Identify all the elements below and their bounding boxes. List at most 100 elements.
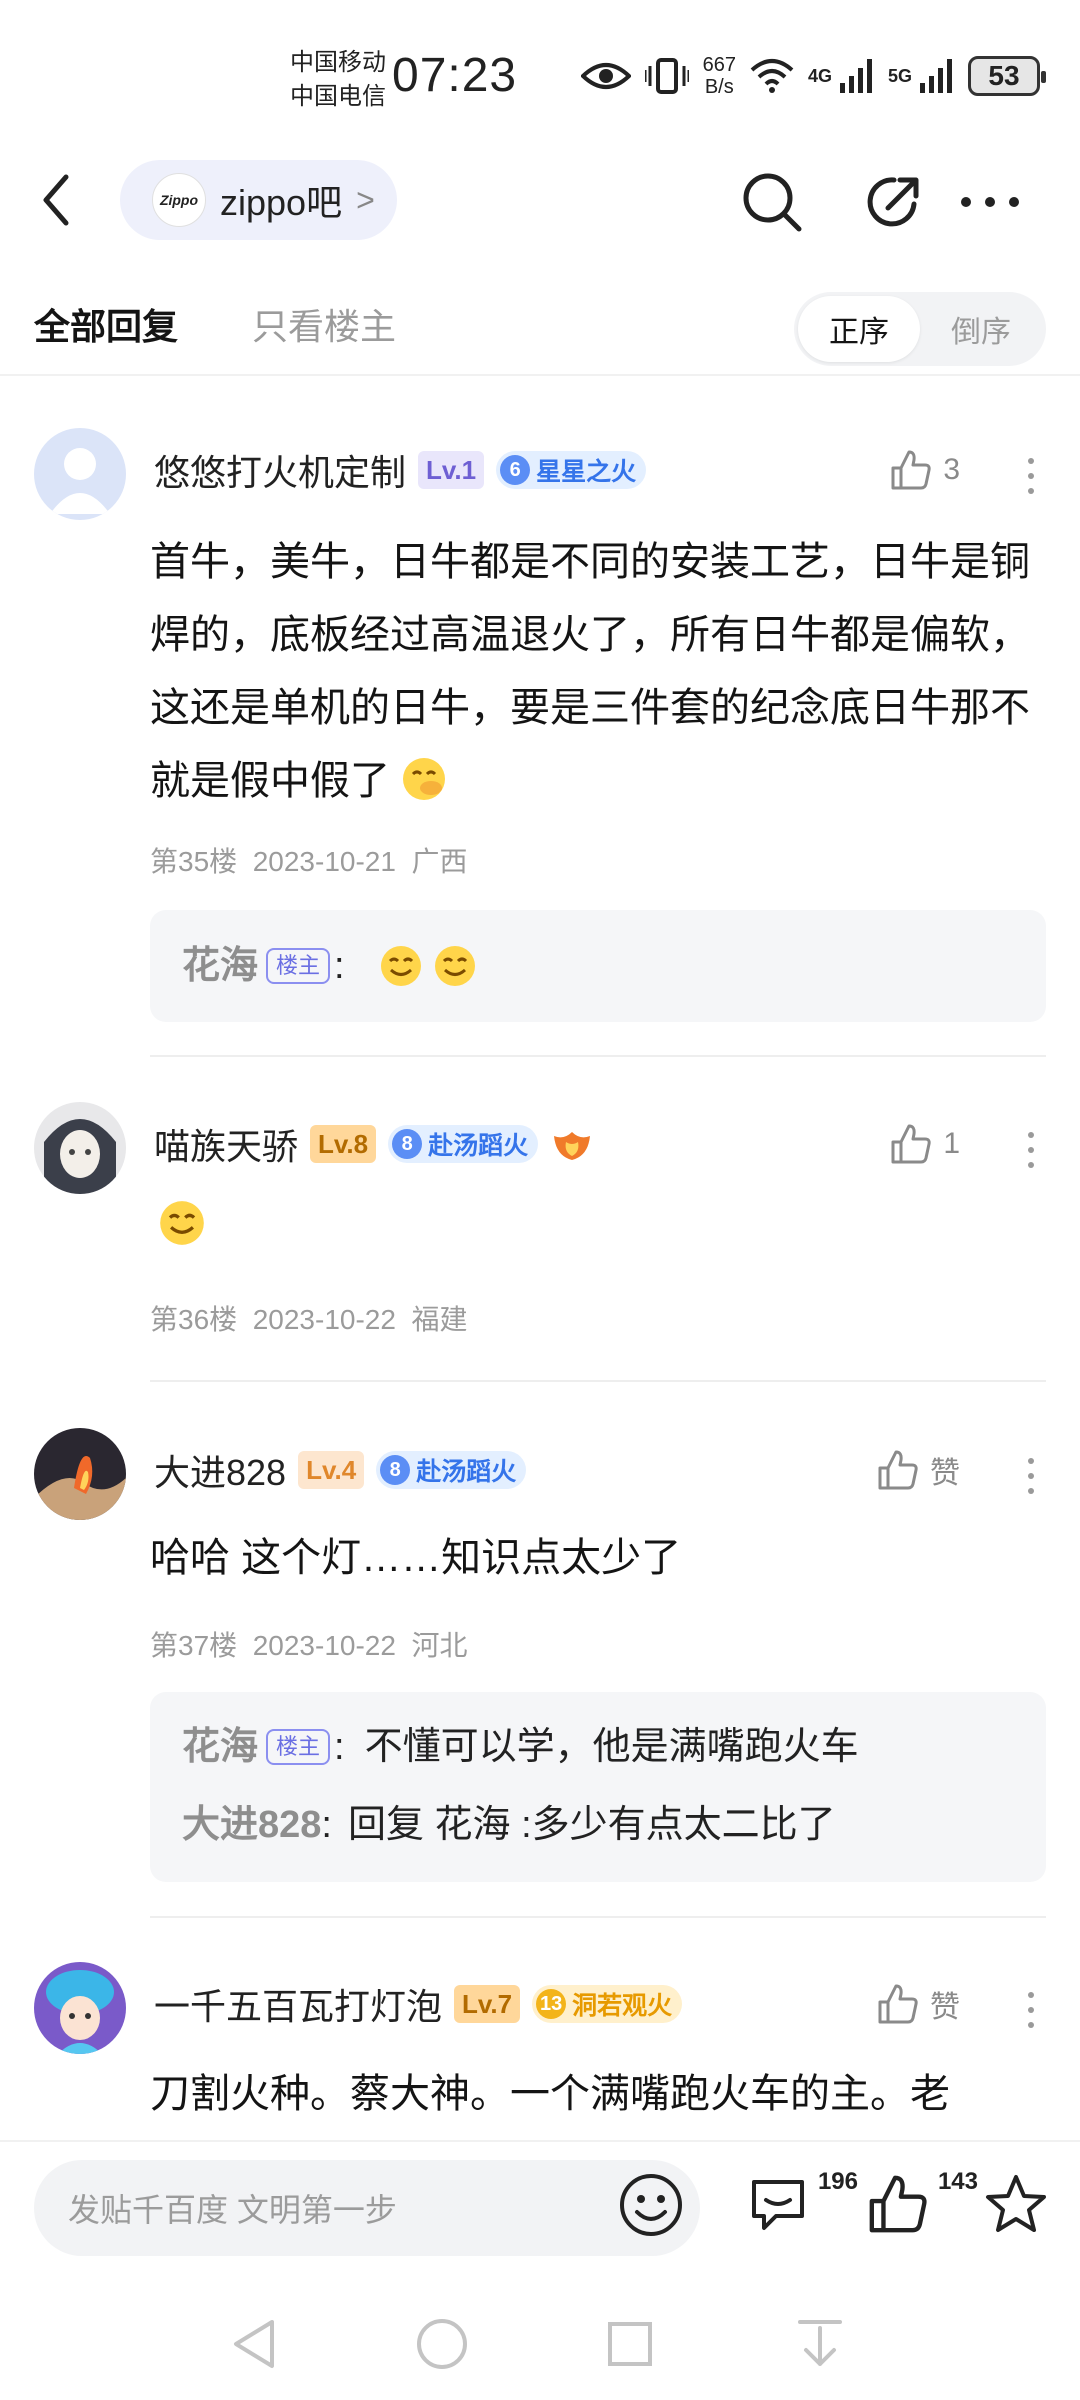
post-text: 首牛，美牛，日牛都是不同的安装工艺，日牛是铜焊的，底板经过高温退火了，所有日牛都… <box>150 540 1030 803</box>
square-recents-icon <box>608 2322 652 2366</box>
reply-bar: 发贴千百度 文明第一步 196 143 <box>0 2140 1080 2270</box>
like-count: 1 <box>943 1127 960 1160</box>
username[interactable]: 大进828 <box>154 1444 286 1496</box>
user-row: 喵族天骄 Lv.8 8 赴汤蹈火 <box>154 1116 594 1172</box>
like-button[interactable]: 赞 <box>876 1448 960 1492</box>
level-badge: Lv.4 <box>298 1451 365 1489</box>
reply-text: 不懂可以学，他是满嘴跑火车 <box>364 1726 859 1768</box>
like-post-button[interactable]: 143 <box>866 2168 978 2242</box>
honor-name: 赴汤蹈火 <box>416 1458 517 1486</box>
honor-name: 洞若观火 <box>572 1992 673 2020</box>
smile-emoji-icon <box>160 1201 204 1245</box>
username[interactable]: 一千五百瓦打灯泡 <box>154 1978 442 2030</box>
reply-input[interactable]: 发贴千百度 文明第一步 <box>34 2160 700 2256</box>
comments-button[interactable]: 196 <box>746 2168 858 2242</box>
post-content <box>158 1198 1046 1271</box>
search-icon <box>743 173 802 232</box>
net-speed: 667 B/s <box>703 54 736 98</box>
reply-author[interactable]: 大进828 <box>182 1786 321 1864</box>
share-icon <box>867 177 919 227</box>
like-label: 赞 <box>930 1991 960 2024</box>
reply-item: 花海 楼主 : 不懂可以学，他是满嘴跑火车 <box>182 1708 1014 1786</box>
level-badge: Lv.1 <box>418 451 485 489</box>
emoji-icon <box>620 2174 682 2236</box>
back-button[interactable] <box>40 172 88 228</box>
signal-icon-2 <box>920 59 952 93</box>
triangle-back-icon <box>234 2320 274 2368</box>
avatar[interactable] <box>34 428 126 520</box>
post-meta: 第37楼 2023-10-22 河北 <box>150 1624 468 1664</box>
carrier-1: 中国移动 <box>290 49 386 76</box>
smile-emoji-icon <box>380 946 421 986</box>
post-more-button[interactable] <box>1016 1986 1046 2034</box>
post-more-button[interactable] <box>1016 452 1046 500</box>
system-home-button[interactable] <box>412 2314 472 2374</box>
post-content: 首牛，美牛，日牛都是不同的安装工艺，日牛是铜焊的，底板经过高温退火了，所有日牛都… <box>150 526 1046 818</box>
carrier-2: 中国电信 <box>290 83 386 110</box>
thumbs-up-icon <box>891 1124 931 1164</box>
reply-item: 大进828 : 回复 花海 :多少有点太二比了 <box>182 1786 1014 1864</box>
username[interactable]: 喵族天骄 <box>154 1118 298 1170</box>
post-date: 2023-10-22 <box>252 1304 396 1335</box>
honor-number: 8 <box>380 1455 411 1485</box>
honor-name: 星星之火 <box>536 458 637 486</box>
tab-all-replies[interactable]: 全部回复 <box>34 298 178 350</box>
system-menu-button[interactable] <box>790 2314 850 2374</box>
floor-number: 第35楼 <box>150 846 238 877</box>
sort-toggle: 正序 倒序 <box>794 292 1046 366</box>
like-count: 143 <box>937 2168 978 2195</box>
reply-author[interactable]: 花海 <box>182 1708 258 1786</box>
post-more-button[interactable] <box>1016 1126 1046 1174</box>
post-text: 哈哈 这个灯……知识点太少了 <box>150 1536 682 1580</box>
honor-badge: 8 赴汤蹈火 <box>388 1125 539 1163</box>
comment-icon <box>752 2180 804 2230</box>
avatar[interactable] <box>34 1428 126 1520</box>
divider <box>150 1916 1046 1918</box>
top-nav: Zippo zippo吧 > <box>0 150 1080 250</box>
more-button[interactable] <box>958 170 1022 234</box>
reply-separator: : <box>334 1726 345 1768</box>
system-recents-button[interactable] <box>600 2314 660 2374</box>
like-count: 3 <box>943 453 960 486</box>
reply-separator: : <box>321 1804 332 1846</box>
emoji-button[interactable] <box>618 2172 684 2238</box>
vibrate-icon <box>644 58 689 94</box>
forum-chip[interactable]: Zippo zippo吧 > <box>120 160 397 240</box>
honor-number: 13 <box>536 1989 567 2019</box>
more-icon <box>961 197 1019 207</box>
tab-op-only[interactable]: 只看楼主 <box>252 298 396 350</box>
favorite-button[interactable] <box>984 2172 1054 2242</box>
post-more-button[interactable] <box>1016 1452 1046 1500</box>
sort-descending[interactable]: 倒序 <box>920 296 1042 362</box>
level-badge: Lv.7 <box>454 1985 521 2023</box>
post-content: 刀割火种。蔡大神。一个满嘴跑火车的主。老 <box>150 2058 1046 2131</box>
avatar[interactable] <box>34 1102 126 1194</box>
thumbs-up-icon <box>869 2175 927 2233</box>
user-row: 一千五百瓦打灯泡 Lv.7 13 洞若观火 <box>154 1976 683 2032</box>
reply-box[interactable]: 花海 楼主 : 不懂可以学，他是满嘴跑火车 大进828 : 回复 花海 :多少有… <box>150 1692 1046 1882</box>
reply-box[interactable]: 花海 楼主 : <box>150 910 1046 1022</box>
like-button[interactable]: 赞 <box>876 1982 960 2026</box>
honor-number: 8 <box>392 1129 423 1159</box>
like-button[interactable]: 3 <box>889 448 960 492</box>
share-button[interactable] <box>862 170 926 234</box>
divider <box>150 1380 1046 1382</box>
eye-icon <box>580 63 631 89</box>
post-text: 刀割火种。蔡大神。一个满嘴跑火车的主。老 <box>150 2072 950 2116</box>
username[interactable]: 悠悠打火机定制 <box>154 444 406 496</box>
carrier-labels: 中国移动 中国电信 <box>290 46 386 114</box>
honor-badge: 8 赴汤蹈火 <box>376 1451 527 1489</box>
op-tag: 楼主 <box>266 948 331 984</box>
sort-ascending[interactable]: 正序 <box>798 296 920 362</box>
search-button[interactable] <box>740 170 804 234</box>
user-row: 大进828 Lv.4 8 赴汤蹈火 <box>154 1442 527 1498</box>
avatar[interactable] <box>34 1962 126 2054</box>
post-meta: 第35楼 2023-10-21 广西 <box>150 840 468 880</box>
reply-author[interactable]: 花海 <box>182 927 258 1005</box>
system-back-button[interactable] <box>224 2314 284 2374</box>
status-icons: 667 B/s 4G 5G 53 <box>580 54 1046 98</box>
like-button[interactable]: 1 <box>889 1122 960 1166</box>
honor-badge: 13 洞若观火 <box>532 1985 683 2023</box>
signal-icon <box>839 59 872 93</box>
cover-mouth-emoji-icon <box>403 758 446 800</box>
